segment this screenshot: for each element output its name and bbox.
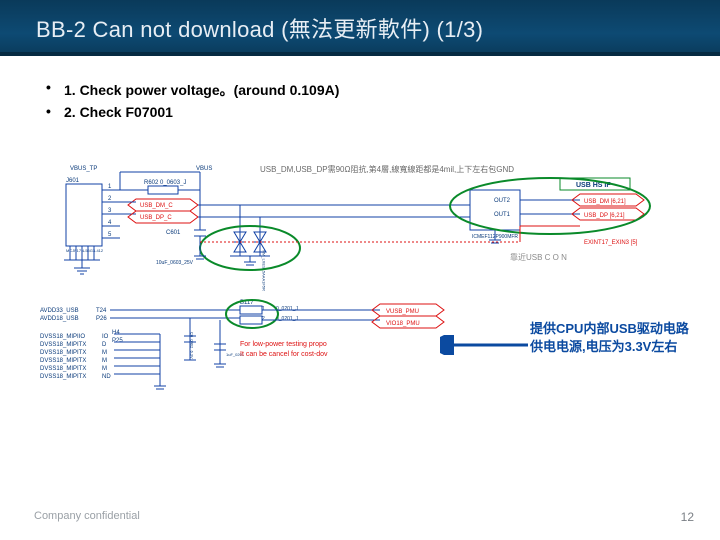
svg-text:DVSS18_MIPITX: DVSS18_MIPITX bbox=[40, 358, 86, 364]
svg-text:DVSS18_MIPIIO: DVSS18_MIPIIO bbox=[40, 334, 85, 340]
svg-text:1: 1 bbox=[108, 184, 112, 190]
svg-text:VBUS: VBUS bbox=[196, 166, 212, 172]
callout-annotation: 提供CPU内部USB驱动电路供电电源,电压为3.3V左右 bbox=[530, 320, 700, 355]
svg-text:OUT1: OUT1 bbox=[494, 212, 511, 218]
svg-text:P25: P25 bbox=[112, 338, 123, 344]
svg-text:USB_DM,USB_DP需90Ω阻抗,第4層,線寬線距都是: USB_DM,USB_DP需90Ω阻抗,第4層,線寬線距都是4mil,上下左右包… bbox=[260, 164, 514, 174]
bullet-1: 1. Check power voltage。(around 0.109A) bbox=[46, 80, 680, 100]
svg-text:USB_DP_C: USB_DP_C bbox=[140, 215, 172, 221]
svg-text:D: D bbox=[102, 342, 107, 348]
svg-text:OUT2: OUT2 bbox=[494, 198, 511, 204]
title-bar: BB-2 Can not download (無法更新軟件) (1/3) bbox=[0, 0, 720, 56]
svg-text:2: 2 bbox=[108, 196, 112, 202]
slide-title: BB-2 Can not download (無法更新軟件) (1/3) bbox=[36, 12, 483, 44]
svg-text:IO: IO bbox=[102, 334, 109, 340]
svg-text:R602 0_0603_J: R602 0_0603_J bbox=[144, 180, 186, 186]
svg-text:10uF_0603_25V: 10uF_0603_25V bbox=[156, 260, 194, 266]
svg-text:2: 2 bbox=[262, 316, 265, 322]
svg-text:USB_DP [6,21]: USB_DP [6,21] bbox=[584, 213, 625, 219]
svg-text:M: M bbox=[102, 366, 107, 372]
svg-text:P26: P26 bbox=[96, 316, 107, 322]
page-number: 12 bbox=[681, 510, 694, 524]
svg-text:M: M bbox=[102, 358, 107, 364]
mipi-pin-list: DVSS18_MIPIIO DVSS18_MIPITX DVSS18_MIPIT… bbox=[40, 334, 111, 380]
svg-text:靠近USB C O N: 靠近USB C O N bbox=[510, 252, 567, 262]
svg-text:VIO18_PMU: VIO18_PMU bbox=[386, 321, 420, 327]
svg-text:VBUS_TP: VBUS_TP bbox=[70, 166, 97, 172]
callout-arrow bbox=[440, 335, 530, 355]
svg-text:DVSS18_MIPITX: DVSS18_MIPITX bbox=[40, 366, 86, 372]
svg-text:5: 5 bbox=[108, 232, 112, 238]
svg-text:4: 4 bbox=[108, 220, 112, 226]
bullet-list: 1. Check power voltage。(around 0.109A) 2… bbox=[0, 56, 720, 130]
svg-text:USB_DM_C: USB_DM_C bbox=[140, 203, 173, 209]
svg-text:0_0201_J: 0_0201_J bbox=[276, 316, 298, 322]
svg-text:It can be cancel for cost-dov: It can be cancel for cost-dov bbox=[240, 351, 328, 358]
svg-text:J601: J601 bbox=[66, 178, 80, 184]
svg-text:1: 1 bbox=[262, 306, 265, 312]
svg-text:EXINT17_EXIN3 [5]: EXINT17_EXIN3 [5] bbox=[584, 240, 638, 246]
svg-text:ND: ND bbox=[102, 374, 111, 380]
svg-text:DVSS18_MIPITX: DVSS18_MIPITX bbox=[40, 350, 86, 356]
svg-text:For low-power testing propo: For low-power testing propo bbox=[240, 341, 327, 348]
bullet-2: 2. Check F07001 bbox=[46, 104, 680, 120]
svg-text:AVDD33_USB: AVDD33_USB bbox=[40, 308, 79, 314]
svg-text:NM_LXES15AAA1F5R: NM_LXES15AAA1F5R bbox=[262, 250, 267, 291]
svg-text:M: M bbox=[102, 350, 107, 356]
svg-text:DVSS18_MIPITX: DVSS18_MIPITX bbox=[40, 342, 86, 348]
svg-text:AVDD18_USB: AVDD18_USB bbox=[40, 316, 79, 322]
schematic-diagram: J601 MCJF17N-56G3-412 1 2 3 4 5 VBUS_TP … bbox=[40, 160, 680, 440]
svg-text:DVSS18_MIPITX: DVSS18_MIPITX bbox=[40, 374, 86, 380]
svg-text:H4: H4 bbox=[112, 330, 120, 336]
svg-text:3: 3 bbox=[108, 208, 112, 214]
highlight-oval-diodes bbox=[200, 226, 300, 270]
svg-text:USB_DM [6,21]: USB_DM [6,21] bbox=[584, 199, 626, 205]
svg-text:0_0201_J: 0_0201_J bbox=[276, 306, 298, 312]
svg-text:T24: T24 bbox=[96, 308, 107, 314]
svg-text:VUSB_PMU: VUSB_PMU bbox=[386, 309, 419, 315]
svg-text:C0_0402_6.3V: C0_0402_6.3V bbox=[190, 332, 195, 359]
svg-text:C601: C601 bbox=[166, 230, 181, 236]
svg-text:MCJF17N-56G3-412: MCJF17N-56G3-412 bbox=[66, 248, 104, 253]
footer-text: Company confidential bbox=[34, 510, 140, 522]
